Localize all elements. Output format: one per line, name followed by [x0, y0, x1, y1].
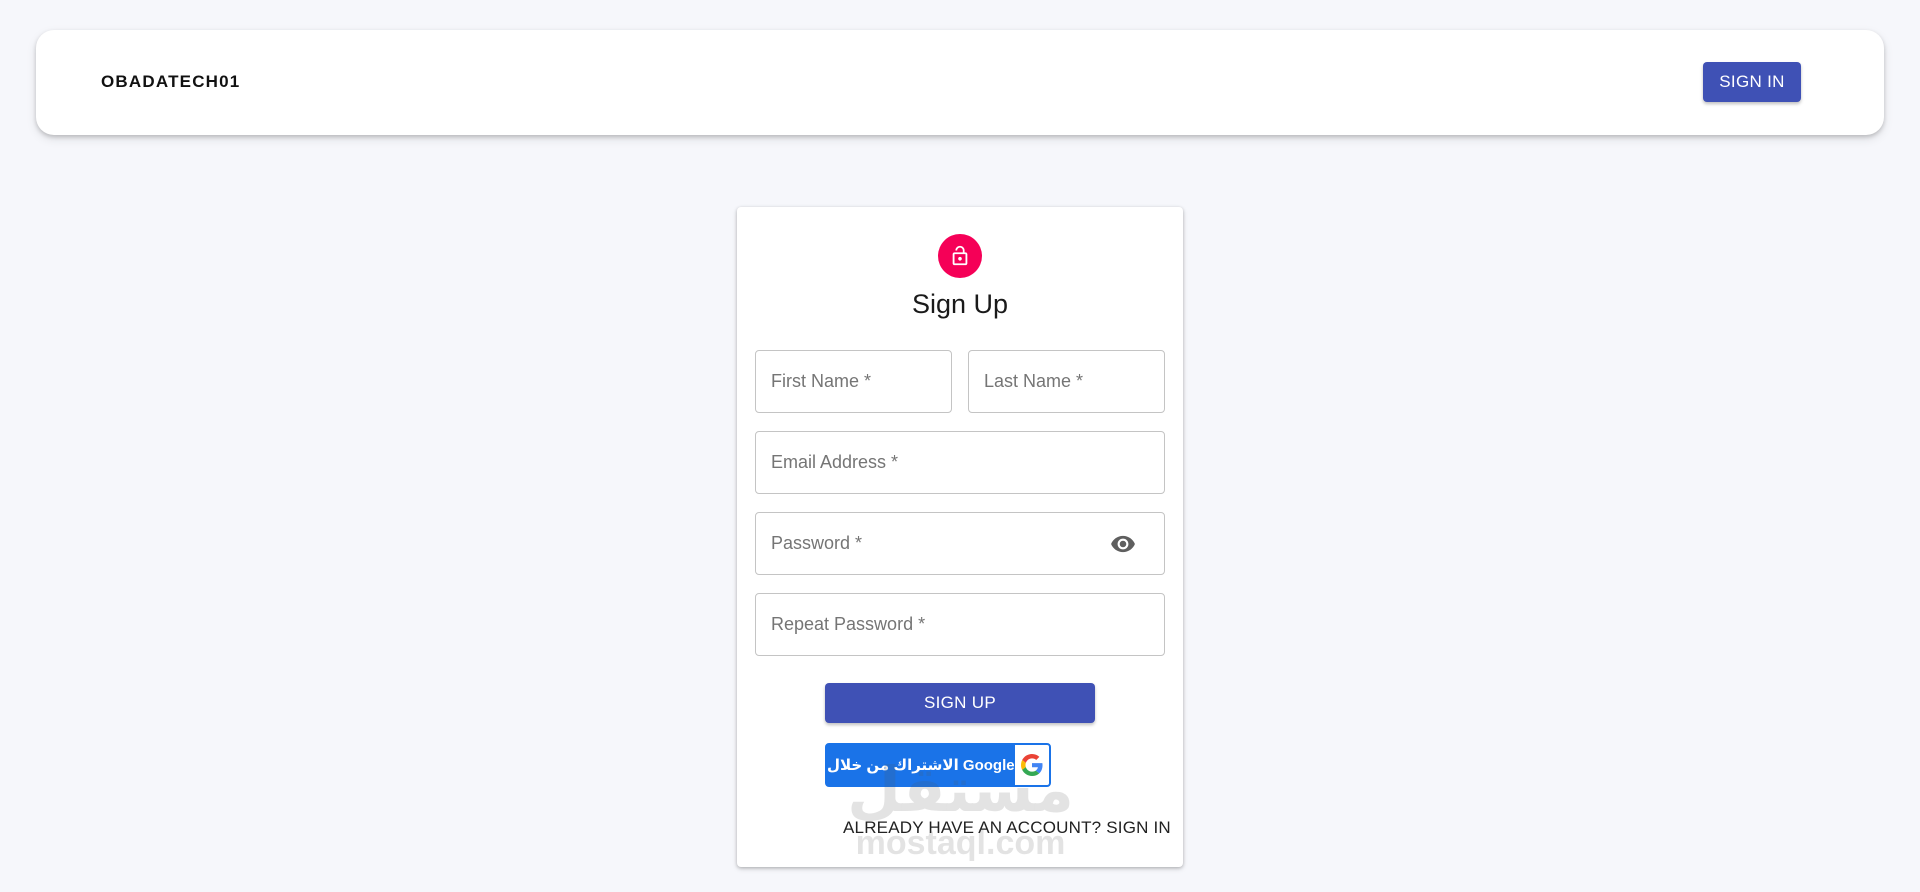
- sign-up-card: Sign Up SIGN UP الاشتراك من خلال Google: [737, 207, 1183, 867]
- sign-up-button[interactable]: SIGN UP: [825, 683, 1095, 723]
- email-input[interactable]: [756, 432, 1164, 493]
- lock-icon: [952, 245, 968, 266]
- google-g-icon: [1014, 745, 1049, 785]
- brand-logo-text: OBADATECH01: [101, 72, 241, 91]
- google-sign-up-button[interactable]: الاشتراك من خلال Google: [825, 743, 1051, 787]
- email-field[interactable]: [755, 431, 1165, 494]
- page-title: Sign Up: [911, 289, 1009, 319]
- repeat-password-input[interactable]: [756, 594, 1164, 655]
- header-sign-in-button[interactable]: SIGN IN: [1703, 62, 1801, 102]
- first-name-field[interactable]: [755, 350, 952, 413]
- show-password-eye-icon[interactable]: [1110, 533, 1136, 555]
- repeat-password-field[interactable]: [755, 593, 1165, 656]
- password-field[interactable]: [755, 512, 1165, 575]
- first-name-input[interactable]: [756, 351, 951, 412]
- google-button-label: الاشتراك من خلال Google: [827, 757, 1015, 774]
- lock-avatar: [938, 234, 982, 278]
- last-name-field[interactable]: [968, 350, 1165, 413]
- app-bar: OBADATECH01 SIGN IN: [36, 30, 1884, 135]
- sign-in-link[interactable]: ALREADY HAVE AN ACCOUNT? SIGN IN: [843, 818, 1171, 838]
- password-input[interactable]: [756, 513, 1164, 574]
- last-name-input[interactable]: [969, 351, 1164, 412]
